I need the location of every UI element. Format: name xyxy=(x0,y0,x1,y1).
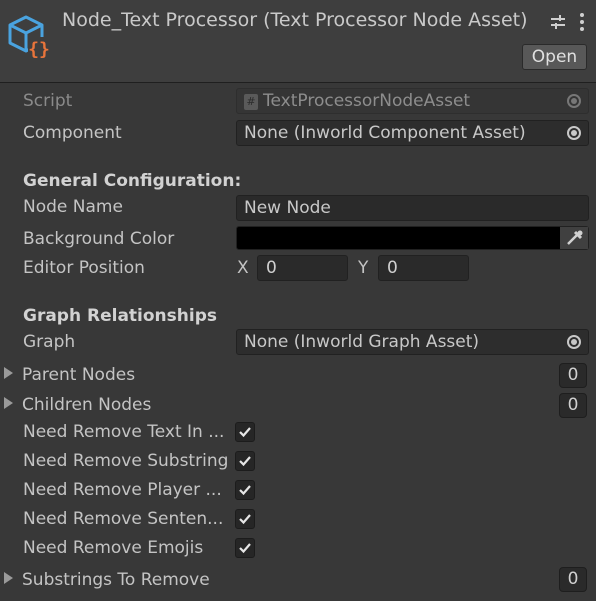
toggle-label: Need Remove Emojis xyxy=(23,538,204,558)
script-file-icon: # xyxy=(244,94,258,110)
need-remove-player-checkbox[interactable] xyxy=(235,480,255,500)
foldout-arrow-icon xyxy=(4,367,13,379)
parent-nodes-label: Parent Nodes xyxy=(22,365,136,385)
graph-relationships-heading: Graph Relationships xyxy=(23,306,217,326)
node-asset-icon: {} xyxy=(8,15,50,59)
script-value: TextProcessorNodeAsset xyxy=(263,91,471,111)
component-field[interactable]: None (Inworld Component Asset) xyxy=(236,120,589,146)
children-nodes-foldout[interactable]: Children Nodes xyxy=(4,395,151,415)
background-color-label: Background Color xyxy=(23,229,175,249)
graph-value: None (Inworld Graph Asset) xyxy=(244,332,480,352)
script-label: Script xyxy=(23,91,73,111)
toggle-label: Need Remove Substring xyxy=(23,451,229,471)
node-name-input[interactable]: New Node xyxy=(236,195,589,221)
inspector-header: {} Node_Text Processor (Text Processor N… xyxy=(0,0,596,83)
graph-label: Graph xyxy=(23,332,76,352)
toggle-label: Need Remove Text In ... xyxy=(23,422,225,442)
checkmark-icon xyxy=(239,456,251,467)
eyedropper-icon[interactable] xyxy=(560,227,588,249)
need-remove-sentence-checkbox[interactable] xyxy=(235,509,255,529)
checkmark-icon xyxy=(239,427,251,438)
presets-icon[interactable] xyxy=(551,15,565,29)
substrings-to-remove-label: Substrings To Remove xyxy=(22,570,210,590)
background-color-field[interactable] xyxy=(236,226,589,250)
need-remove-emojis-checkbox[interactable] xyxy=(235,538,255,558)
checkmark-icon xyxy=(239,543,251,554)
general-config-heading: General Configuration: xyxy=(23,171,242,191)
substrings-count[interactable]: 0 xyxy=(559,567,587,592)
substrings-to-remove-foldout[interactable]: Substrings To Remove xyxy=(4,570,210,590)
component-label: Component xyxy=(23,123,122,143)
object-picker-icon[interactable] xyxy=(560,330,588,354)
object-picker-icon xyxy=(560,89,588,113)
editor-position-label: Editor Position xyxy=(23,258,145,278)
x-label: X xyxy=(237,258,249,278)
parent-nodes-count[interactable]: 0 xyxy=(559,363,587,388)
svg-text:{}: {} xyxy=(28,39,50,59)
component-value: None (Inworld Component Asset) xyxy=(244,123,526,143)
y-input[interactable]: 0 xyxy=(378,255,469,281)
need-remove-substring-checkbox[interactable] xyxy=(235,451,255,471)
graph-field[interactable]: None (Inworld Graph Asset) xyxy=(236,329,589,355)
parent-nodes-foldout[interactable]: Parent Nodes xyxy=(4,365,135,385)
object-picker-icon[interactable] xyxy=(560,121,588,145)
checkmark-icon xyxy=(239,485,251,496)
more-options-icon[interactable] xyxy=(580,13,584,31)
foldout-arrow-icon xyxy=(4,397,13,409)
foldout-arrow-icon xyxy=(4,572,13,584)
y-label: Y xyxy=(358,258,369,278)
node-name-label: Node Name xyxy=(23,197,123,217)
script-field: # TextProcessorNodeAsset xyxy=(236,88,589,114)
checkmark-icon xyxy=(239,514,251,525)
toggle-label: Need Remove Senten... xyxy=(23,509,224,529)
x-input[interactable]: 0 xyxy=(257,255,348,281)
toggle-label: Need Remove Player ... xyxy=(23,480,222,500)
inspector-title: Node_Text Processor (Text Processor Node… xyxy=(62,9,528,31)
need-remove-text-in-checkbox[interactable] xyxy=(235,422,255,442)
header-tools xyxy=(551,13,584,31)
children-nodes-count[interactable]: 0 xyxy=(559,393,587,418)
children-nodes-label: Children Nodes xyxy=(22,395,152,415)
open-button[interactable]: Open xyxy=(522,44,587,70)
